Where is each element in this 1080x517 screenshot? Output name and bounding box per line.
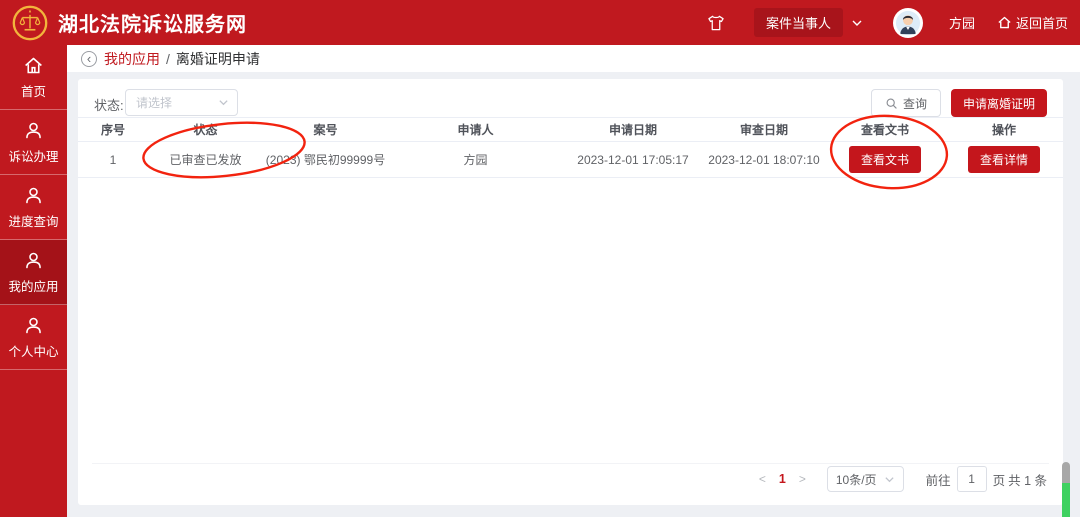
home-icon <box>23 55 44 76</box>
sidebar-item-progress[interactable]: 进度查询 <box>0 175 67 240</box>
goto-suffix: 页 <box>993 470 1006 489</box>
table-header-row: 序号 状态 案号 申请人 申请日期 审查日期 查看文书 操作 <box>78 117 1063 142</box>
applications-table: 序号 状态 案号 申请人 申请日期 审查日期 查看文书 操作 1 已审查已发放 … <box>78 117 1063 178</box>
row-index: 1 <box>78 153 148 167</box>
home-icon <box>997 15 1012 30</box>
goto-page-input[interactable] <box>957 466 987 492</box>
applicant-cell: 方园 <box>388 151 563 168</box>
search-button[interactable]: 查询 <box>871 89 941 117</box>
sidebar-item-label: 个人中心 <box>8 341 58 360</box>
back-home-link[interactable]: 返回首页 <box>997 13 1068 32</box>
col-index: 序号 <box>78 121 148 138</box>
breadcrumb: ‹ 我的应用 / 离婚证明申请 <box>67 45 1080 72</box>
back-home-label: 返回首页 <box>1016 13 1068 32</box>
pagination: < 1 > 10条/页 前往 页 共 1 条 <box>750 466 1047 492</box>
chevron-down-icon <box>884 474 895 485</box>
actions-cell: 查看详情 <box>945 146 1063 173</box>
breadcrumb-parent[interactable]: 我的应用 <box>104 49 160 69</box>
scrollbar-grip-top[interactable] <box>1062 462 1070 484</box>
court-emblem-logo <box>12 5 48 41</box>
apply-date-cell: 2023-12-01 17:05:17 <box>563 153 703 167</box>
view-document-cell: 查看文书 <box>825 146 945 173</box>
chevron-down-icon <box>218 97 229 108</box>
sidebar-item-label: 进度查询 <box>8 211 58 230</box>
col-apply-date: 申请日期 <box>563 121 703 138</box>
sidebar-item-label: 诉讼办理 <box>8 146 58 165</box>
col-view-document: 查看文书 <box>825 121 945 138</box>
view-details-button[interactable]: 查看详情 <box>968 146 1040 173</box>
user-icon <box>23 120 44 141</box>
role-dropdown[interactable]: 案件当事人 <box>754 8 843 37</box>
review-date-cell: 2023-12-01 18:07:10 <box>703 153 825 167</box>
sidebar-item-home[interactable]: 首页 <box>0 45 67 110</box>
next-page-button[interactable]: > <box>790 472 815 486</box>
col-case-no: 案号 <box>263 121 388 138</box>
col-status: 状态 <box>148 121 263 138</box>
theme-skin-icon[interactable] <box>706 13 726 33</box>
user-icon <box>23 315 44 336</box>
sidebar: 首页 诉讼办理 进度查询 我的应用 个人中心 <box>0 45 67 517</box>
role-dropdown-label: 案件当事人 <box>766 16 831 31</box>
sidebar-item-label: 首页 <box>21 81 46 100</box>
current-page[interactable]: 1 <box>775 472 790 486</box>
col-actions: 操作 <box>945 121 1063 138</box>
apply-button-label: 申请离婚证明 <box>963 95 1035 112</box>
pagination-divider <box>92 463 1049 464</box>
sidebar-item-my-apps[interactable]: 我的应用 <box>0 240 67 305</box>
table-row: 1 已审查已发放 (2023) 鄂民初99999号 方园 2023-12-01 … <box>78 142 1063 178</box>
content-card: 状态: 请选择 查询 申请离婚证明 序号 状态 案号 申请人 申请日期 审查日期… <box>78 79 1063 505</box>
username: 方园 <box>949 13 975 32</box>
page-title: 离婚证明申请 <box>176 49 260 69</box>
breadcrumb-separator: / <box>166 51 170 67</box>
app-header: 湖北法院诉讼服务网 案件当事人 方园 返回首页 <box>0 0 1080 45</box>
col-review-date: 审查日期 <box>703 121 825 138</box>
status-select[interactable]: 请选择 <box>125 89 238 116</box>
user-icon <box>23 185 44 206</box>
total-count: 共 1 条 <box>1008 470 1047 489</box>
page-size-select[interactable]: 10条/页 <box>827 466 904 492</box>
col-applicant: 申请人 <box>388 121 563 138</box>
status-cell: 已审查已发放 <box>148 151 263 168</box>
chevron-down-icon[interactable] <box>851 17 863 29</box>
search-icon <box>885 97 898 110</box>
goto-label: 前往 <box>926 470 951 489</box>
header-right: 案件当事人 方园 返回首页 <box>706 8 1080 38</box>
status-filter-label: 状态: <box>94 95 124 114</box>
sidebar-item-profile[interactable]: 个人中心 <box>0 305 67 370</box>
case-no-cell: (2023) 鄂民初99999号 <box>263 151 388 168</box>
back-icon[interactable]: ‹ <box>81 51 97 67</box>
apply-divorce-cert-button[interactable]: 申请离婚证明 <box>951 89 1047 117</box>
prev-page-button[interactable]: < <box>750 472 775 486</box>
sidebar-item-label: 我的应用 <box>8 276 58 295</box>
sidebar-item-litigation[interactable]: 诉讼办理 <box>0 110 67 175</box>
page-size-label: 10条/页 <box>836 471 877 488</box>
avatar[interactable] <box>893 8 923 38</box>
status-select-placeholder: 请选择 <box>136 94 218 111</box>
scrollbar-thumb-green[interactable] <box>1062 483 1070 517</box>
app-title: 湖北法院诉讼服务网 <box>58 8 247 37</box>
user-icon <box>23 250 44 271</box>
view-document-button[interactable]: 查看文书 <box>849 146 921 173</box>
search-button-label: 查询 <box>903 95 927 112</box>
